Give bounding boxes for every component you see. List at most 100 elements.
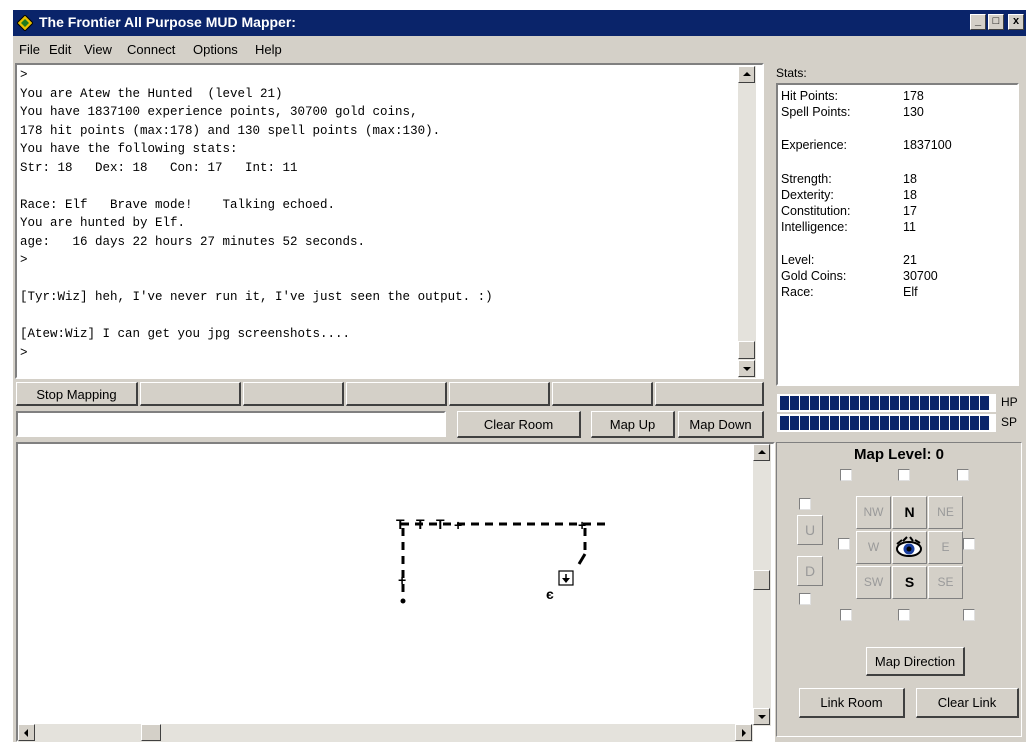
stat-value: 1837100 xyxy=(903,138,952,152)
close-button[interactable]: x xyxy=(1008,14,1024,30)
console-line: > xyxy=(20,68,28,82)
stat-label: Gold Coins: xyxy=(781,269,847,283)
menu-edit[interactable]: Edit xyxy=(49,42,71,57)
checkbox-up-n[interactable] xyxy=(898,469,910,481)
console-line: You have the following stats: xyxy=(20,142,238,156)
meter-segment xyxy=(880,396,889,410)
menu-options[interactable]: Options xyxy=(193,42,238,57)
scroll-thumb[interactable] xyxy=(141,724,161,741)
map-down-level-button[interactable]: D xyxy=(797,556,823,586)
checkbox-down-sw[interactable] xyxy=(840,609,852,621)
toolbar-button-empty[interactable] xyxy=(243,382,344,406)
stat-value: 21 xyxy=(903,253,917,267)
meter-segment xyxy=(970,416,979,430)
meter-segment xyxy=(870,416,879,430)
minimize-button[interactable]: _ xyxy=(970,14,986,30)
meter-segment xyxy=(860,396,869,410)
direction-n-button[interactable]: N xyxy=(892,496,927,529)
checkbox-up-ne[interactable] xyxy=(957,469,969,481)
stat-value: 17 xyxy=(903,204,917,218)
scroll-up-button[interactable] xyxy=(738,66,755,83)
direction-s-button[interactable]: S xyxy=(892,566,927,599)
map-up-level-button[interactable]: U xyxy=(797,515,823,545)
checkbox-down-se[interactable] xyxy=(963,609,975,621)
checkbox-down[interactable] xyxy=(799,593,811,605)
arrow-left-icon xyxy=(24,729,28,737)
meter-segment xyxy=(800,416,809,430)
command-input[interactable] xyxy=(16,411,446,437)
scroll-thumb[interactable] xyxy=(738,341,755,359)
direction-ne-button[interactable]: NE xyxy=(928,496,963,529)
toolbar-button-empty[interactable] xyxy=(655,382,764,406)
scroll-right-button[interactable] xyxy=(735,724,752,741)
eye-icon xyxy=(896,536,922,557)
checkbox-down-s[interactable] xyxy=(898,609,910,621)
meter-segment xyxy=(940,396,949,410)
map-node-dot xyxy=(400,598,406,604)
menu-help[interactable]: Help xyxy=(255,42,282,57)
meter-segment xyxy=(850,416,859,430)
maximize-button[interactable]: □ xyxy=(988,14,1004,30)
link-room-button[interactable]: Link Room xyxy=(799,688,905,718)
stat-label: Constitution: xyxy=(781,204,851,218)
stat-experience: Experience: 1837100 xyxy=(781,138,1017,153)
direction-se-button[interactable]: SE xyxy=(928,566,963,599)
stat-value: 18 xyxy=(903,188,917,202)
direction-sw-button[interactable]: SW xyxy=(856,566,891,599)
menu-view[interactable]: View xyxy=(84,42,112,57)
checkbox-up-nw[interactable] xyxy=(840,469,852,481)
stat-value: 30700 xyxy=(903,269,938,283)
meter-segment xyxy=(830,416,839,430)
map-vertical-scrollbar[interactable] xyxy=(753,444,771,726)
menu-file[interactable]: File xyxy=(19,42,40,57)
toolbar-button-empty[interactable] xyxy=(140,382,241,406)
meter-segment xyxy=(940,416,949,430)
arrow-down-icon xyxy=(758,715,766,719)
map-horizontal-scrollbar[interactable] xyxy=(18,724,753,742)
menu-connect[interactable]: Connect xyxy=(127,42,175,57)
console-line: You are Atew the Hunted (level 21) xyxy=(20,87,283,101)
meter-segment xyxy=(920,396,929,410)
title-bar[interactable]: The Frontier All Purpose MUD Mapper: _ □… xyxy=(13,10,1026,36)
stat-level: Level: 21 xyxy=(781,253,1017,268)
toolbar-button-empty[interactable] xyxy=(346,382,447,406)
toolbar-button-empty[interactable] xyxy=(449,382,550,406)
scroll-down-button[interactable] xyxy=(738,360,755,377)
scroll-down-button[interactable] xyxy=(753,708,770,725)
scroll-left-button[interactable] xyxy=(18,724,35,741)
checkbox-w[interactable] xyxy=(838,538,850,550)
clear-link-button[interactable]: Clear Link xyxy=(916,688,1019,718)
clear-room-button[interactable]: Clear Room xyxy=(457,411,581,438)
map-node-marker: + xyxy=(578,517,586,533)
stat-hit-points: Hit Points: 178 xyxy=(781,89,1017,104)
scroll-thumb[interactable] xyxy=(753,570,770,590)
map-down-button[interactable]: Map Down xyxy=(678,411,764,438)
meter-segment xyxy=(780,396,789,410)
stat-label: Hit Points: xyxy=(781,89,838,103)
stat-race: Race: Elf xyxy=(781,285,1017,300)
checkbox-e[interactable] xyxy=(963,538,975,550)
stat-label: Intelligence: xyxy=(781,220,848,234)
direction-nw-button[interactable]: NW xyxy=(856,496,891,529)
meter-segment xyxy=(950,396,959,410)
map-direction-button[interactable]: Map Direction xyxy=(866,647,965,676)
stat-intelligence: Intelligence: 11 xyxy=(781,220,1017,235)
meter-segment xyxy=(890,396,899,410)
stop-mapping-button[interactable]: Stop Mapping xyxy=(16,382,138,406)
look-center-button[interactable] xyxy=(892,531,927,564)
direction-w-button[interactable]: W xyxy=(856,531,891,564)
stat-value: Elf xyxy=(903,285,918,299)
console-scrollbar[interactable] xyxy=(738,66,756,378)
checkbox-up[interactable] xyxy=(799,498,811,510)
meter-segment xyxy=(960,416,969,430)
meter-segment xyxy=(780,416,789,430)
direction-e-button[interactable]: E xyxy=(928,531,963,564)
map-node-marker: + xyxy=(454,517,462,533)
map-current-room-icon xyxy=(558,570,574,586)
scroll-up-button[interactable] xyxy=(753,444,770,461)
console-output[interactable]: > You are Atew the Hunted (level 21) You… xyxy=(15,63,764,379)
map-drawing: T T T + + + є xyxy=(396,516,608,604)
toolbar-button-empty[interactable] xyxy=(552,382,653,406)
map-canvas[interactable]: T T T + + + є xyxy=(16,442,775,742)
map-up-button[interactable]: Map Up xyxy=(591,411,675,438)
